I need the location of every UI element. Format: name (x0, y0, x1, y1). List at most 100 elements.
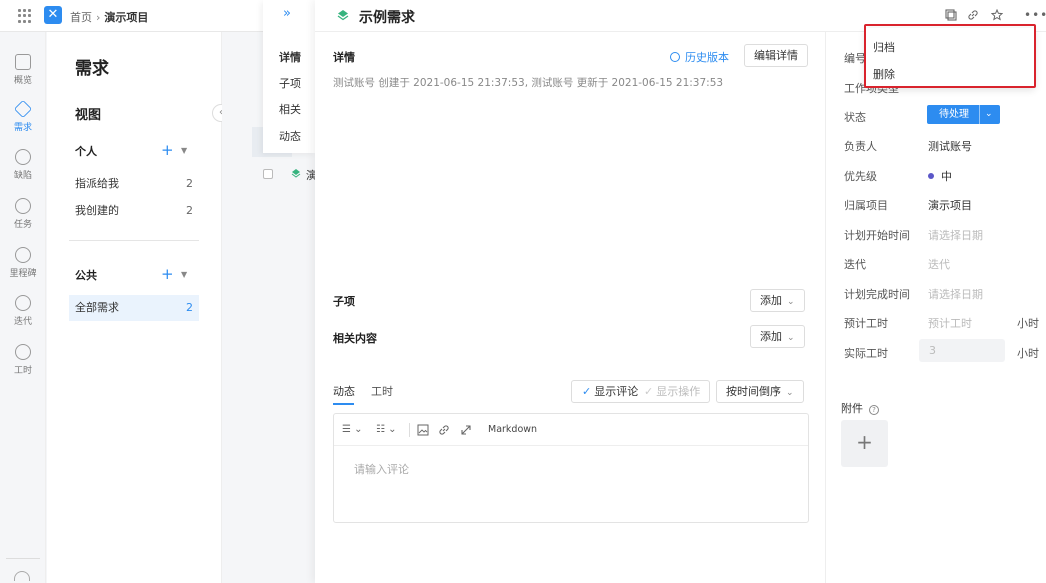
prop-label-iteration: 迭代 (844, 258, 866, 271)
prop-label-project: 归属项目 (844, 199, 888, 212)
bullet-list-icon[interactable]: ☰ ⌄ (342, 424, 363, 435)
rail-item-worktime[interactable]: 工时 (0, 344, 46, 376)
fullscreen-icon[interactable] (460, 424, 472, 436)
check-icon: ✓ (644, 385, 654, 398)
help-icon[interactable]: ? (869, 405, 879, 415)
estimated-hours-input[interactable]: 预计工时 (928, 315, 972, 331)
star-icon[interactable] (991, 9, 1003, 21)
link-icon[interactable] (967, 9, 979, 21)
start-date-picker[interactable]: 请选择日期 (928, 227, 983, 243)
rail-item-tasks[interactable]: 任务 (0, 198, 46, 230)
project-value[interactable]: 演示项目 (928, 197, 972, 213)
show-operations-toggle[interactable]: ✓ 显示操作 (644, 381, 700, 402)
end-date-picker[interactable]: 请选择日期 (928, 286, 983, 302)
prop-label-actual-hours: 实际工时 (844, 347, 888, 360)
upload-attachment-button[interactable]: + (841, 420, 888, 467)
assignee-value[interactable]: 测试账号 (928, 138, 972, 154)
public-section-title: 公共 (75, 269, 97, 282)
prop-label-assignee: 负责人 (844, 140, 877, 153)
activity-filter-group: ✓ 显示评论 ✓ 显示操作 (571, 380, 710, 403)
properties-panel: 编号 工作项类型 状态 待处理 ⌄ 负责人 测试账号 优先级 中 归属项目 演示项… (827, 32, 1046, 583)
rail-item-iterations[interactable]: 迭代 (0, 295, 46, 327)
count-badge: 2 (186, 204, 193, 217)
related-section-title: 相关内容 (333, 332, 377, 345)
nav-item-all-requirements[interactable]: 全部需求 2 (69, 295, 199, 321)
tab-activity[interactable]: 动态 (279, 128, 301, 144)
prop-label-id: 编号 (844, 52, 866, 65)
personal-caret-down-icon[interactable]: ▼ (181, 146, 187, 155)
apps-grid-icon[interactable] (18, 9, 32, 23)
active-tab-underline (333, 403, 354, 405)
details-section-title: 详情 (333, 51, 355, 64)
estimated-hours-unit: 小时 (1017, 317, 1039, 330)
nav-item-created-by-me[interactable]: 我创建的 2 (69, 198, 199, 224)
drawer-side-tabs: » 详情 子项 相关 动态 (263, 0, 315, 153)
breadcrumb-project[interactable]: 演示项目 (104, 11, 148, 24)
copy-icon[interactable] (945, 9, 957, 21)
prop-label-end-date: 计划完成时间 (844, 288, 910, 301)
more-options-icon[interactable]: ••• (1024, 8, 1046, 22)
markdown-label[interactable]: Markdown (488, 424, 537, 435)
tab-subitems[interactable]: 子项 (279, 75, 301, 91)
priority-value[interactable]: 中 (928, 168, 952, 184)
rail-item-requirements[interactable]: 需求 (0, 99, 46, 133)
requirements-nav-panel: 需求 视图 个人 + ▼ 指派给我 2 我创建的 2 公共 + ▼ 全部需求 2 (47, 32, 222, 583)
add-public-view-icon[interactable]: + (161, 267, 174, 282)
tab-activity-log[interactable]: 动态 (333, 383, 355, 405)
rail-item-bugs[interactable]: 缺陷 (0, 149, 46, 181)
row-checkbox[interactable] (263, 169, 273, 179)
comment-editor: ☰ ⌄ ☷ ⌄ Markdown 请输入评论 (333, 413, 809, 523)
nav-item-assigned-to-me[interactable]: 指派给我 2 (69, 171, 199, 197)
bug-icon (15, 149, 31, 165)
toolbar-divider (409, 423, 410, 437)
double-chevron-right-icon[interactable]: » (283, 6, 291, 21)
settings-gear-icon[interactable] (14, 571, 30, 581)
chevron-down-icon: ⌄ (786, 388, 794, 398)
actual-hours-input[interactable]: 3 (919, 339, 1005, 362)
tab-related[interactable]: 相关 (279, 101, 301, 117)
breadcrumb-home[interactable]: 首页 (70, 11, 92, 24)
chevron-right-icon: › (96, 11, 101, 24)
iteration-select[interactable]: 迭代 (928, 256, 950, 272)
rail-item-milestones[interactable]: 里程碑 (0, 247, 46, 279)
public-caret-down-icon[interactable]: ▼ (181, 270, 187, 279)
show-comments-toggle[interactable]: ✓ 显示评论 (582, 381, 638, 402)
drawer-title[interactable]: 示例需求 (359, 7, 415, 27)
view-title: 视图 (75, 108, 102, 123)
nav-divider (69, 240, 199, 241)
detail-content: 详情 历史版本 编辑详情 测试账号 创建于 2021-06-15 21:37:5… (315, 32, 826, 583)
app-logo[interactable]: ✕ (44, 6, 62, 24)
status-dropdown[interactable]: 待处理 ⌄ (927, 105, 1000, 124)
requirement-type-icon (337, 10, 349, 21)
personal-section-title: 个人 (75, 145, 97, 158)
sort-order-select[interactable]: 按时间倒序 ⌄ (716, 380, 804, 403)
image-icon[interactable] (417, 424, 429, 436)
numbered-list-icon[interactable]: ☷ ⌄ (376, 424, 397, 435)
clock-icon (15, 344, 31, 360)
add-related-button[interactable]: 添加 ⌄ (750, 325, 805, 348)
actual-hours-unit: 小时 (1017, 347, 1039, 360)
lightbulb-icon (15, 198, 31, 214)
breadcrumb: 首页 › 演示项目 (70, 9, 148, 25)
prop-label-priority: 优先级 (844, 170, 877, 183)
left-rail: 概览 需求 缺陷 任务 里程碑 迭代 工时 (0, 32, 46, 583)
edit-details-button[interactable]: 编辑详情 (744, 44, 808, 67)
overview-icon (15, 54, 31, 70)
history-clock-icon (670, 52, 680, 62)
created-updated-meta: 测试账号 创建于 2021-06-15 21:37:53, 测试账号 更新于 2… (333, 77, 724, 89)
add-subitem-button[interactable]: 添加 ⌄ (750, 289, 805, 312)
annotation-highlight-box (864, 24, 1036, 88)
rail-item-overview[interactable]: 概览 (0, 54, 46, 86)
layers-icon (13, 99, 33, 119)
tab-worktime[interactable]: 工时 (371, 383, 393, 399)
count-badge: 2 (186, 177, 193, 190)
tab-details[interactable]: 详情 (279, 49, 301, 65)
check-icon: ✓ (582, 385, 592, 398)
add-personal-view-icon[interactable]: + (161, 143, 174, 158)
layers-icon (291, 169, 301, 178)
chevron-down-icon: ⌄ (985, 109, 993, 119)
link-icon[interactable] (438, 424, 450, 436)
iteration-icon (15, 295, 31, 311)
history-versions-link[interactable]: 历史版本 (670, 49, 729, 65)
comment-input[interactable]: 请输入评论 (354, 461, 409, 477)
